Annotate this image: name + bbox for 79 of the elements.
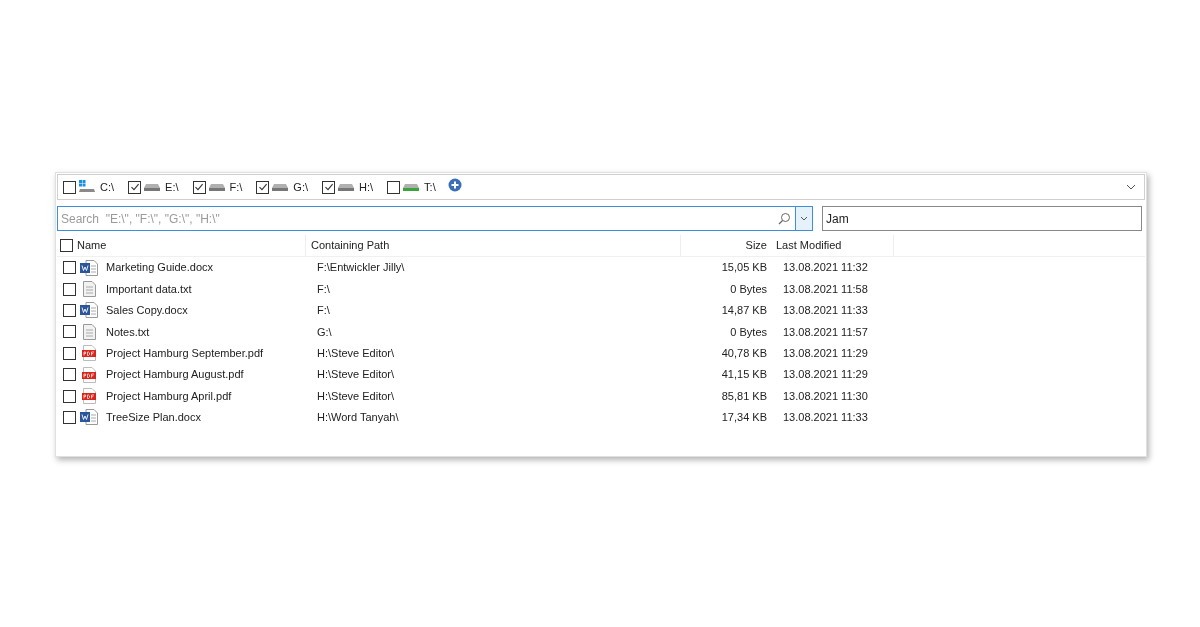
- file-name: Project Hamburg August.pdf: [106, 367, 244, 383]
- column-header[interactable]: Containing Path: [306, 235, 681, 256]
- checkbox[interactable]: [63, 180, 76, 194]
- modified-date: 13.08.2021 11:33: [782, 410, 869, 426]
- file-size: 14,87 KB: [720, 303, 768, 319]
- drive-icon: [337, 182, 356, 192]
- checkbox[interactable]: [387, 180, 401, 194]
- file-size: 40,78 KB: [720, 346, 768, 361]
- modified-date: 13.08.2021 11:58: [782, 281, 869, 297]
- checkbox[interactable]: [63, 389, 76, 403]
- modified-date: 13.08.2021 11:57: [782, 324, 869, 340]
- search-field[interactable]: Search "E:\", "F:\", "G:\", "H:\": [57, 206, 778, 231]
- file-name: Sales Copy.docx: [106, 303, 188, 319]
- column-header[interactable]: Size: [681, 235, 770, 256]
- drive-label: T:\: [424, 179, 436, 195]
- drive-icon: [402, 182, 421, 192]
- checkbox[interactable]: [128, 180, 142, 194]
- text-file-icon: [82, 281, 96, 298]
- modified-date: 13.08.2021 11:32: [782, 260, 869, 276]
- modified-date: 13.08.2021 11:30: [782, 388, 869, 404]
- file-size: 15,05 KB: [720, 260, 768, 276]
- drive-label: G:\: [293, 179, 309, 195]
- drive-label: F:\: [229, 179, 243, 195]
- file-name: Important data.txt: [106, 281, 192, 297]
- checkbox[interactable]: [192, 180, 206, 194]
- word-document-icon: [80, 409, 98, 426]
- drive-label: H:\: [359, 179, 374, 195]
- modified-date: 13.08.2021 11:29: [782, 367, 869, 383]
- checkbox[interactable]: [63, 368, 76, 382]
- word-document-icon: [80, 302, 98, 319]
- file-name: TreeSize Plan.docx: [106, 410, 201, 426]
- checkbox[interactable]: [60, 239, 73, 252]
- file-path: H:\Steve Editor\: [316, 367, 396, 383]
- drive-label: C:\: [100, 179, 115, 195]
- file-name: Project Hamburg September.pdf: [106, 346, 264, 361]
- file-path: H:\Steve Editor\: [316, 388, 396, 404]
- drive-selector[interactable]: C:\ E:\ F:\ G:\ H:\ T:\: [57, 174, 1145, 200]
- file-path: H:\Word Tanyah\: [316, 410, 400, 426]
- column-header[interactable]: Name: [77, 237, 107, 254]
- dropdown-button[interactable]: [795, 206, 813, 231]
- checkbox[interactable]: [63, 325, 76, 339]
- chevron-down-icon: [1126, 184, 1136, 190]
- file-size: 41,15 KB: [720, 367, 768, 383]
- search-icon[interactable]: [778, 212, 791, 225]
- file-name: Project Hamburg April.pdf: [106, 388, 232, 404]
- file-size: 17,34 KB: [720, 410, 768, 426]
- add-icon[interactable]: [447, 177, 462, 192]
- file-path: F:\: [316, 303, 331, 319]
- checkbox[interactable]: [63, 282, 76, 296]
- file-size: 85,81 KB: [720, 388, 768, 404]
- chevron-down-icon: [800, 216, 808, 221]
- drive-label: E:\: [165, 179, 179, 195]
- word-document-icon: [80, 259, 98, 276]
- filter-field[interactable]: Jam: [822, 206, 1142, 231]
- file-path: F:\Entwickler Jilly\: [316, 260, 406, 276]
- checkbox[interactable]: [63, 303, 76, 317]
- text-file-icon: [82, 323, 96, 340]
- drive-icon: [207, 182, 226, 192]
- file-path: G:\: [316, 324, 333, 340]
- file-path: F:\: [316, 281, 331, 297]
- checkbox[interactable]: [63, 410, 76, 424]
- checkbox[interactable]: [63, 261, 76, 275]
- checkbox[interactable]: [256, 180, 270, 194]
- column-header[interactable]: Last Modified: [770, 235, 894, 256]
- modified-date: 13.08.2021 11:29: [782, 346, 869, 361]
- modified-date: 13.08.2021 11:33: [782, 303, 869, 319]
- pdf-file-icon: [82, 345, 96, 362]
- pdf-file-icon: [82, 366, 96, 383]
- checkbox[interactable]: [322, 180, 336, 194]
- pdf-file-icon: [82, 388, 96, 405]
- file-path: H:\Steve Editor\: [316, 346, 396, 361]
- file-name: Marketing Guide.docx: [106, 260, 213, 276]
- file-size: 0 Bytes: [729, 324, 768, 340]
- file-size: 0 Bytes: [729, 281, 768, 297]
- file-name: Notes.txt: [106, 324, 150, 340]
- checkbox[interactable]: [63, 346, 76, 360]
- drive-icon: [78, 180, 96, 194]
- drive-icon: [143, 182, 162, 192]
- drive-icon: [271, 182, 290, 192]
